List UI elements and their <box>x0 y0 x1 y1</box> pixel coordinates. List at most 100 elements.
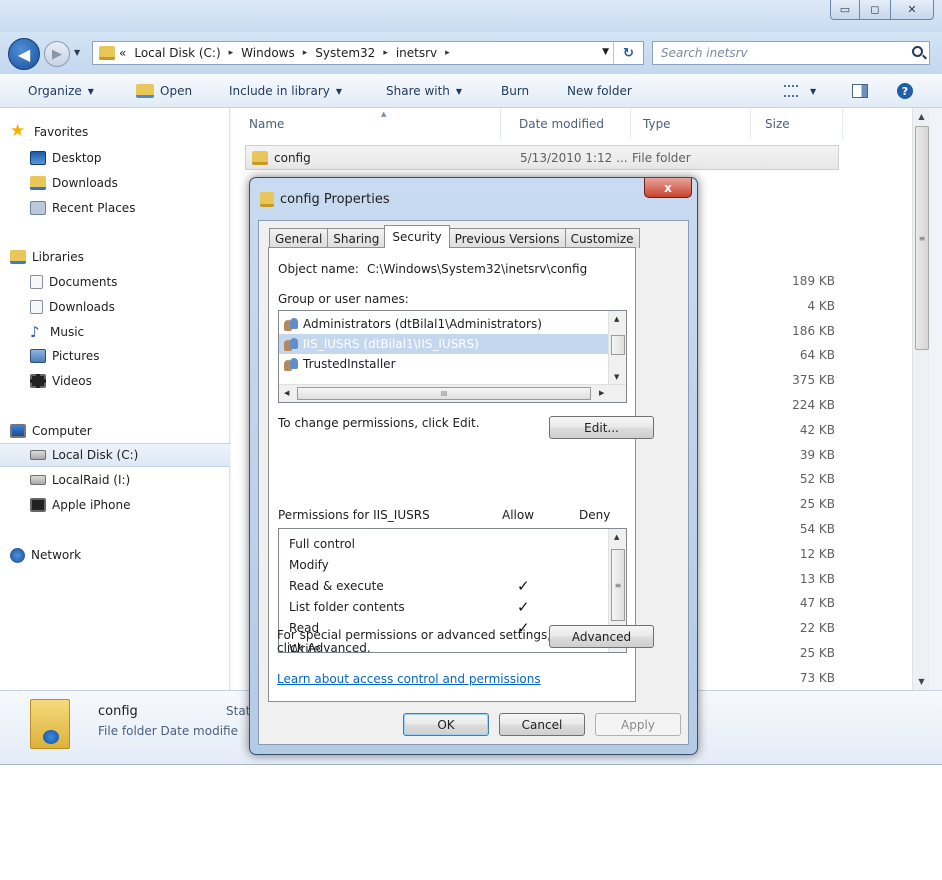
file-size: 39 KB <box>799 447 835 462</box>
back-button[interactable]: ◀ <box>8 38 40 70</box>
folder-large-icon <box>30 699 70 749</box>
nav-desktop[interactable]: Desktop <box>0 146 230 170</box>
nav-network[interactable]: Network <box>0 543 230 567</box>
advanced-button[interactable]: Advanced <box>549 625 654 648</box>
breadcrumb-system32[interactable]: System32 <box>315 46 375 60</box>
address-history-dropdown[interactable]: ▼ <box>602 47 609 57</box>
breadcrumb-inetsrv[interactable]: inetsrv <box>396 46 437 60</box>
group-item-trustedinstaller[interactable]: TrustedInstaller <box>279 354 609 374</box>
breadcrumb-separator-icon[interactable]: ▸ <box>383 48 388 58</box>
edit-button[interactable]: Edit... <box>549 416 654 439</box>
nav-music[interactable]: ♪ Music <box>0 320 230 344</box>
chevron-down-icon: ▼ <box>335 86 343 96</box>
chevron-up-icon[interactable]: ▲ <box>614 533 619 541</box>
group-user-list[interactable]: Administrators (dtBilal1\Administrators)… <box>278 310 627 403</box>
group-list-horizontal-scrollbar[interactable]: ◀ III ▶ <box>279 384 626 402</box>
scroll-thumb[interactable]: ≡ <box>611 549 625 621</box>
forward-button[interactable]: ▶ <box>44 41 70 67</box>
cancel-button[interactable]: Cancel <box>499 713 585 736</box>
group-list-vertical-scrollbar[interactable]: ▲ ▼ <box>608 311 626 386</box>
tab-general[interactable]: General <box>269 228 329 248</box>
column-header-date[interactable]: Date modified <box>501 108 631 140</box>
preview-pane-button[interactable] <box>852 74 868 108</box>
nav-localraid[interactable]: LocalRaid (I:) <box>0 468 230 492</box>
breadcrumb-local-disk[interactable]: Local Disk (C:) <box>134 46 220 60</box>
nav-library-downloads[interactable]: Downloads <box>0 295 230 319</box>
nav-downloads[interactable]: Downloads <box>0 171 230 195</box>
nav-computer[interactable]: Computer <box>0 419 230 443</box>
breadcrumb-separator-icon[interactable]: ▸ <box>303 48 308 58</box>
nav-label: Local Disk (C:) <box>52 448 139 462</box>
ok-button[interactable]: OK <box>403 713 489 736</box>
organize-menu[interactable]: Organize ▼ <box>28 74 94 108</box>
file-size: 375 KB <box>792 373 835 388</box>
include-in-library-menu[interactable]: Include in library ▼ <box>229 74 342 108</box>
open-button[interactable]: Open <box>136 74 192 108</box>
close-button[interactable]: ✕ <box>890 0 934 20</box>
scroll-thumb[interactable]: ≡ <box>915 126 929 350</box>
breadcrumb-separator-icon[interactable]: ▸ <box>445 48 450 58</box>
apply-button[interactable]: Apply <box>595 713 681 736</box>
search-input[interactable]: Search inetsrv <box>652 41 930 65</box>
nav-documents[interactable]: Documents <box>0 270 230 294</box>
scroll-thumb[interactable] <box>611 335 625 355</box>
breadcrumb-separator-icon[interactable]: ▸ <box>229 48 234 58</box>
breadcrumb-overflow[interactable]: « <box>119 46 126 60</box>
address-row: ◀ ▶ ▼ « Local Disk (C:) ▸ Windows ▸ Syst… <box>0 32 942 74</box>
chevron-up-icon[interactable]: ▲ <box>614 315 619 323</box>
nav-videos[interactable]: Videos <box>0 369 230 393</box>
change-permissions-hint: To change permissions, click Edit. <box>278 416 480 430</box>
tab-previous-versions[interactable]: Previous Versions <box>448 228 566 248</box>
scroll-down-button[interactable]: ▼ <box>913 673 930 690</box>
column-header-name[interactable]: Name ▲ <box>231 108 501 140</box>
scroll-thumb[interactable]: III <box>297 387 591 400</box>
users-icon <box>284 357 300 371</box>
search-icon[interactable] <box>912 46 923 57</box>
column-header-type[interactable]: Type <box>631 108 751 140</box>
refresh-button[interactable]: ↻ <box>613 42 643 64</box>
chevron-right-icon[interactable]: ▶ <box>599 389 604 397</box>
nav-label: Favorites <box>34 125 89 139</box>
breadcrumb-windows[interactable]: Windows <box>241 46 295 60</box>
navigation-pane: ★ Favorites Desktop Downloads Recent Plac… <box>0 108 230 690</box>
command-bar: Organize ▼ Open Include in library ▼ Share… <box>0 74 942 108</box>
file-row[interactable]: config 5/13/2010 1:12 ... File folder <box>245 145 839 170</box>
learn-access-control-link[interactable]: Learn about access control and permissio… <box>277 672 541 686</box>
column-header-size[interactable]: Size <box>751 108 843 140</box>
burn-button[interactable]: Burn <box>501 74 529 108</box>
chevron-down-icon[interactable]: ▼ <box>614 373 619 381</box>
tab-customize[interactable]: Customize <box>564 228 640 248</box>
nav-libraries[interactable]: Libraries <box>0 245 230 269</box>
details-item-name: config <box>98 704 138 719</box>
nav-label: Downloads <box>49 300 115 314</box>
new-folder-button[interactable]: New folder <box>567 74 632 108</box>
chevron-left-icon[interactable]: ◀ <box>284 389 289 397</box>
nav-favorites[interactable]: ★ Favorites <box>0 120 230 144</box>
group-item-iis-iusrs[interactable]: IIS_IUSRS (dtBilal1\IIS_IUSRS) <box>279 334 609 354</box>
nav-local-disk[interactable]: Local Disk (C:) <box>0 443 230 467</box>
group-names-label: Group or user names: <box>278 292 409 306</box>
minimize-button[interactable]: ▭ <box>830 0 860 20</box>
tab-security[interactable]: Security <box>384 225 450 248</box>
nav-pictures[interactable]: Pictures <box>0 344 230 368</box>
file-size: 22 KB <box>799 621 835 636</box>
group-item-administrators[interactable]: Administrators (dtBilal1\Administrators) <box>279 314 609 334</box>
file-size: 64 KB <box>799 348 835 363</box>
view-icon <box>784 85 798 97</box>
file-size: 52 KB <box>799 472 835 487</box>
change-view-button[interactable]: ▼ <box>784 74 816 108</box>
share-with-menu[interactable]: Share with ▼ <box>386 74 462 108</box>
tab-sharing[interactable]: Sharing <box>327 228 386 248</box>
scroll-up-button[interactable]: ▲ <box>913 108 930 125</box>
refresh-icon: ↻ <box>623 45 634 61</box>
file-list-scrollbar[interactable]: ▲ ≡ ▼ <box>912 108 930 690</box>
maximize-button[interactable]: ◻ <box>860 0 890 20</box>
chevron-up-icon: ▲ <box>918 112 925 121</box>
dialog-close-button[interactable]: x <box>644 178 692 198</box>
nav-label: Downloads <box>52 176 118 190</box>
help-button[interactable]: ? <box>897 74 913 108</box>
nav-apple-iphone[interactable]: Apple iPhone <box>0 493 230 517</box>
address-bar[interactable]: « Local Disk (C:) ▸ Windows ▸ System32 ▸… <box>92 41 644 65</box>
nav-recent-places[interactable]: Recent Places <box>0 196 230 220</box>
recent-pages-dropdown[interactable]: ▼ <box>74 48 80 57</box>
